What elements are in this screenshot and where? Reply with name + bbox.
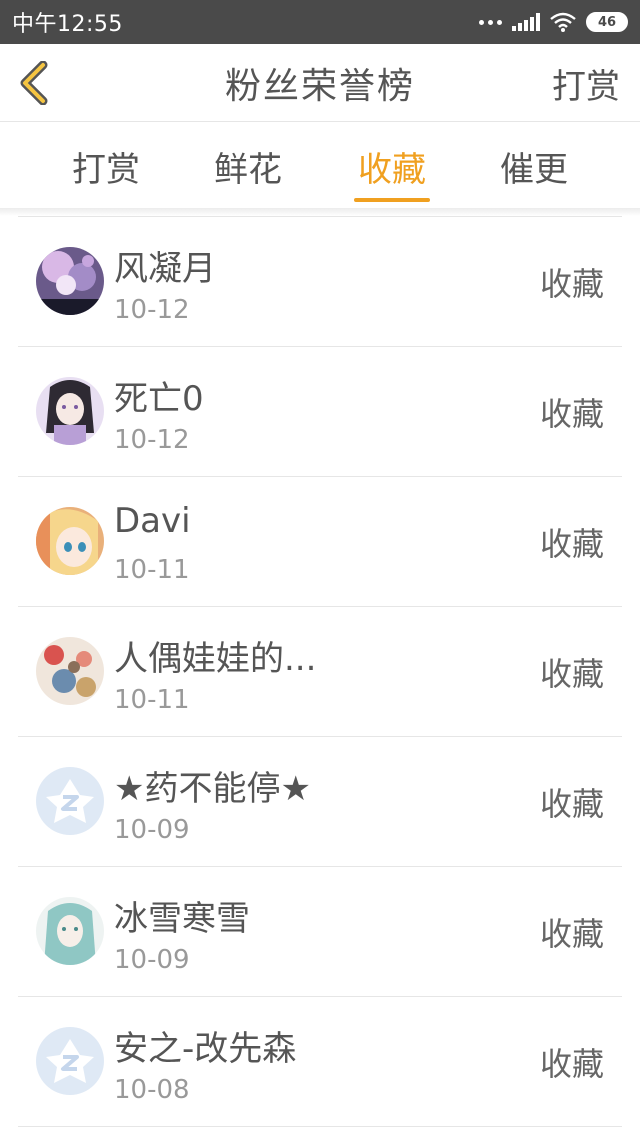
signal-icon: [512, 13, 540, 31]
status-time: 中午12:55: [12, 12, 123, 37]
tab-divider: [0, 208, 640, 216]
fan-date: 10-11: [114, 555, 190, 585]
fan-name: 风凝月: [114, 249, 216, 289]
avatar: [36, 507, 104, 575]
wifi-icon: [550, 12, 576, 32]
nav-bar: 粉丝荣誉榜 打赏: [0, 44, 640, 122]
list-item[interactable]: 安之-改先森 10-08 收藏: [18, 997, 622, 1127]
tab-reward[interactable]: 打赏: [36, 122, 176, 210]
avatar: [36, 897, 104, 965]
fan-name: ★药不能停★: [114, 769, 311, 809]
fan-action-label: 收藏: [539, 915, 604, 953]
avatar: [36, 247, 104, 315]
avatar: [36, 767, 104, 835]
avatar: [36, 637, 104, 705]
battery-icon: 46: [586, 12, 628, 32]
fan-name: Davi: [114, 501, 191, 541]
fan-name: 安之-改先森: [114, 1029, 297, 1069]
fan-list: 风凝月 10-12 收藏 死亡0 10-12 收藏 Davi 10-11 收藏 …: [18, 216, 622, 1127]
list-item[interactable]: 死亡0 10-12 收藏: [18, 347, 622, 477]
fan-action-label: 收藏: [539, 395, 604, 433]
tab-bar: 打赏 鲜花 收藏 催更: [0, 122, 640, 210]
fan-name: 人偶娃娃的...: [114, 639, 317, 679]
avatar: [36, 377, 104, 445]
tab-favorites[interactable]: 收藏: [322, 122, 462, 210]
fan-name: 死亡0: [114, 379, 204, 419]
status-bar: 中午12:55 46: [0, 0, 640, 44]
list-item[interactable]: Davi 10-11 收藏: [18, 477, 622, 607]
fan-date: 10-09: [114, 815, 190, 845]
list-item[interactable]: 风凝月 10-12 收藏: [18, 217, 622, 347]
list-item[interactable]: 冰雪寒雪 10-09 收藏: [18, 867, 622, 997]
fan-action-label: 收藏: [539, 1045, 604, 1083]
fan-date: 10-11: [114, 685, 190, 715]
status-icons: 46: [479, 12, 628, 32]
fan-action-label: 收藏: [539, 785, 604, 823]
fan-date: 10-09: [114, 945, 190, 975]
fan-date: 10-12: [114, 425, 190, 455]
active-tab-indicator: [354, 198, 430, 202]
fan-action-label: 收藏: [539, 525, 604, 563]
tab-flowers[interactable]: 鲜花: [178, 122, 318, 210]
more-dots-icon: [479, 19, 502, 25]
list-item[interactable]: ★药不能停★ 10-09 收藏: [18, 737, 622, 867]
tab-favorites-label: 收藏: [358, 149, 426, 190]
fan-date: 10-12: [114, 295, 190, 325]
reward-button[interactable]: 打赏: [552, 44, 620, 122]
page-title: 粉丝荣誉榜: [224, 66, 415, 107]
list-item[interactable]: 人偶娃娃的... 10-11 收藏: [18, 607, 622, 737]
fan-name: 冰雪寒雪: [114, 899, 250, 939]
fan-action-label: 收藏: [539, 655, 604, 693]
fan-date: 10-08: [114, 1075, 190, 1105]
avatar: [36, 1027, 104, 1095]
fan-action-label: 收藏: [539, 265, 604, 303]
tab-urge-update[interactable]: 催更: [464, 122, 604, 210]
